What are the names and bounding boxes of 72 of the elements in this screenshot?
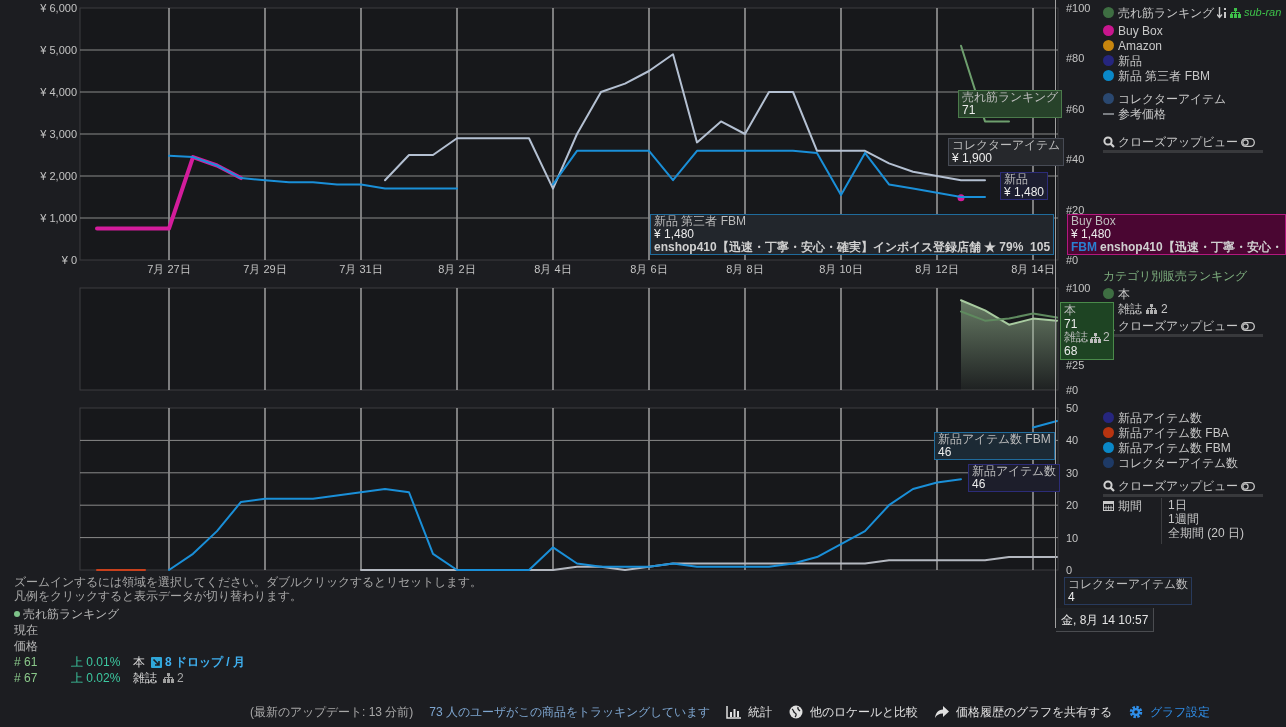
legend-title: カテゴリ別販売ランキング: [1103, 269, 1248, 284]
rank-change: 上 0.02%: [71, 670, 122, 687]
axis-label: 8月 8日: [726, 263, 764, 275]
axis-label: #20: [1066, 203, 1085, 216]
seller-info: enshop410【迅速・丁寧・安心・確実】インボイス登録店舗 ★ 79% 105: [654, 241, 1051, 254]
tooltip-title: 売れ筋ランキング: [962, 91, 1058, 104]
tooltip-value: 46: [938, 446, 953, 459]
tooltip-title: Buy Box: [1071, 215, 1117, 228]
tooltip-title: 新品アイテム数 FBM: [938, 433, 1051, 446]
column-header: 価格: [14, 638, 38, 654]
sub-rank-count: 2: [177, 670, 184, 687]
seller-info: enshop410【迅速・丁寧・安心・: [1100, 241, 1283, 254]
axis-label: 50: [1066, 402, 1079, 414]
axis-label: 8月 14日: [1011, 263, 1055, 275]
rank-value: # 61: [14, 654, 39, 671]
drop-rate: 8 ドロップ / 月: [165, 654, 245, 671]
axis-label: ¥ 0: [61, 254, 77, 266]
axis-label: #60: [1066, 102, 1085, 115]
axis-label: 30: [1066, 466, 1079, 479]
axis-label: #40: [1066, 153, 1085, 166]
hint-text: ズームインするには領域を選択してください。ダブルクリックするとリセットします。: [14, 575, 482, 589]
column-header: 現在: [14, 622, 38, 638]
hint-text: 凡例をクリックすると表示データが切り替わります。: [14, 589, 302, 603]
axis-label: #0: [1066, 384, 1079, 395]
tooltip-title: 新品アイテム数: [972, 465, 1056, 478]
tooltip-title: 雑誌: [1064, 331, 1088, 344]
update-status: (最新のアップデート: 13 分前): [250, 704, 414, 721]
axis-label: ¥ 6,000: [40, 2, 77, 14]
axis-label: 8月 4日: [534, 263, 572, 275]
axis-label: ¥ 4,000: [40, 86, 77, 98]
axis-label: 8月 12日: [915, 263, 959, 275]
axis-label: ¥ 2,000: [40, 170, 77, 182]
cursor-time-label: 金, 8月 14 10:57: [1056, 608, 1155, 632]
category-name: 本: [133, 654, 145, 671]
tooltip-title: 新品: [1004, 173, 1029, 186]
axis-label: ¥ 1,000: [40, 212, 77, 224]
axis-label: #100: [1066, 2, 1091, 14]
axis-label: #80: [1066, 52, 1085, 65]
axis-label: ¥ 5,000: [40, 44, 77, 56]
axis-label: 8月 2日: [438, 263, 476, 275]
axis-label: 40: [1066, 434, 1079, 447]
tooltip-value: 68: [1064, 344, 1079, 358]
category-name: 雑誌: [133, 670, 157, 687]
tooltip-value: 4: [1068, 591, 1076, 604]
tooltip-title: 本: [1064, 304, 1076, 317]
axis-label: 7月 31日: [339, 263, 383, 275]
axis-label: #100: [1066, 282, 1091, 294]
period-label: 期間: [1118, 500, 1142, 513]
axis-label: 7月 27日: [147, 263, 191, 275]
section-title: 売れ筋ランキング: [23, 606, 119, 623]
axis-label: ¥ 3,000: [40, 128, 77, 140]
tooltip-value: 46: [972, 478, 987, 491]
tooltip-value: ¥ 1,480: [654, 228, 696, 241]
tooltip-title: 新品 第三者 FBM: [654, 215, 747, 228]
axis-label: 20: [1066, 499, 1079, 512]
rank-value: # 67: [14, 670, 39, 687]
fulfillment-label: FBM: [1071, 241, 1097, 254]
axis-label: 0: [1066, 564, 1073, 575]
rank-change: 上 0.01%: [71, 654, 122, 671]
axis-label: 10: [1066, 531, 1079, 544]
axis-label: 8月 10日: [819, 263, 863, 275]
axis-label: 7月 29日: [243, 263, 287, 275]
axis-label: 8月 6日: [630, 263, 668, 275]
tooltip-title: コレクターアイテム: [952, 139, 1060, 152]
tooltip-title: コレクターアイテム数: [1068, 578, 1188, 591]
tooltip-value: ¥ 1,480: [1071, 228, 1113, 241]
axis-label: #25: [1066, 358, 1085, 371]
tooltip-value: ¥ 1,480: [1004, 186, 1045, 199]
axis-label: #0: [1066, 254, 1079, 266]
tooltip-value: 71: [962, 104, 977, 117]
tooltip-value: ¥ 1,900: [952, 152, 994, 165]
tooltip-value: 71: [1064, 317, 1079, 331]
